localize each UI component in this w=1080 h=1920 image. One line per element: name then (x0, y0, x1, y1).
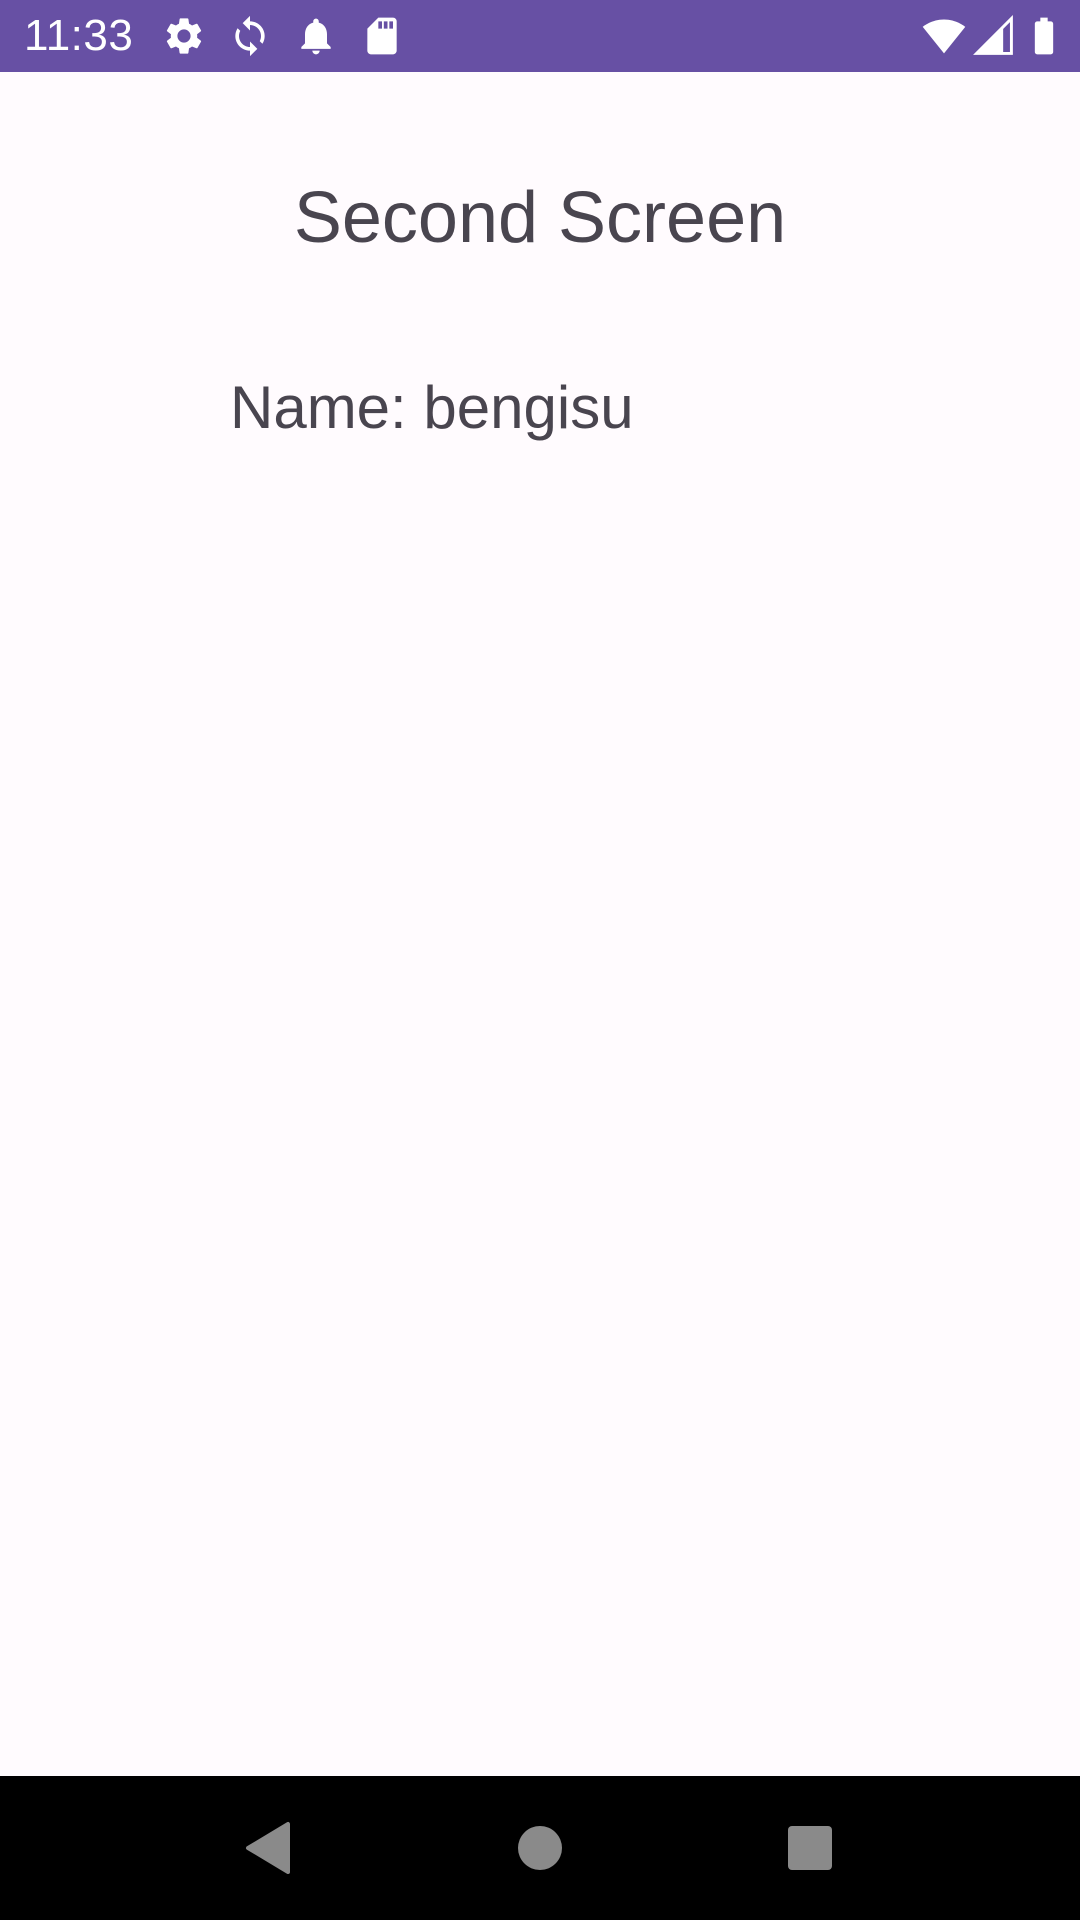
page-title: Second Screen (293, 178, 787, 258)
recents-icon[interactable] (774, 1812, 846, 1884)
cell-signal-icon (972, 14, 1016, 58)
home-icon[interactable] (504, 1812, 576, 1884)
name-label: Name: bengisu (230, 374, 634, 441)
sync-icon (228, 14, 272, 58)
settings-gear-icon (162, 14, 206, 58)
status-time: 11:33 (24, 11, 134, 60)
navigation-bar (0, 1776, 1080, 1920)
wifi-icon (922, 14, 966, 58)
sd-card-icon (360, 14, 404, 58)
back-icon[interactable] (232, 1812, 304, 1884)
notification-bell-icon (294, 14, 338, 58)
status-bar: 11:33 (0, 0, 1080, 72)
screen-content: Second Screen Name: bengisu (0, 72, 1080, 1776)
battery-icon (1022, 14, 1066, 58)
